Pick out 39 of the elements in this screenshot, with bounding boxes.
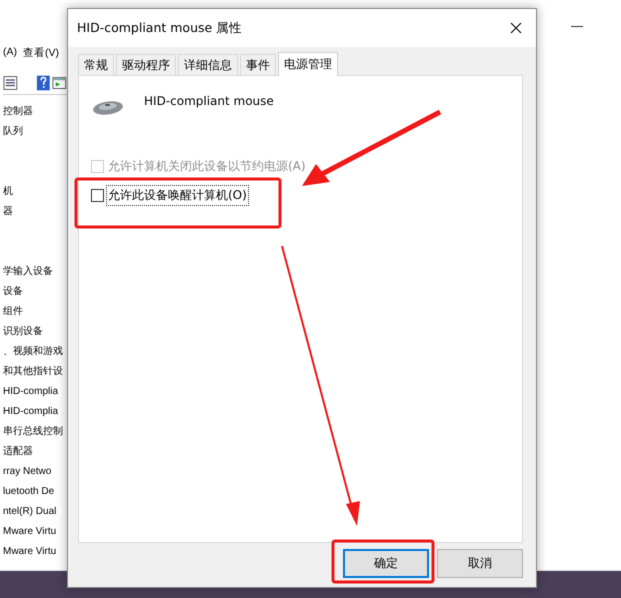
tree-item[interactable]: 器 xyxy=(3,202,67,222)
tree-item[interactable]: rray Netwo xyxy=(3,462,67,482)
tree-item[interactable]: 、视频和游戏 xyxy=(3,342,67,362)
tree-item[interactable]: ntel(R) Dual xyxy=(3,502,67,522)
checkbox-label: 允许计算机关闭此设备以节约电源(A) xyxy=(107,158,307,175)
tree-item[interactable]: Mware Virtu xyxy=(3,542,67,562)
tab[interactable]: 事件 xyxy=(240,54,276,75)
tree-item[interactable]: luetooth De xyxy=(3,482,67,502)
tree-item[interactable]: 学输入设备 xyxy=(3,262,67,282)
tree-item[interactable]: 适配器 xyxy=(3,442,67,462)
tree-item[interactable]: 控制器 xyxy=(3,102,67,122)
tree-item[interactable]: 设备 xyxy=(3,282,67,302)
checkbox[interactable] xyxy=(91,189,104,202)
tab[interactable]: 常规 xyxy=(78,54,114,75)
tab[interactable]: 详细信息 xyxy=(178,54,238,75)
tree-item[interactable]: HID-complia xyxy=(3,382,67,402)
dialog-title: HID-compliant mouse 属性 xyxy=(77,20,242,36)
window-icon[interactable] xyxy=(52,75,67,91)
menu-item[interactable]: 查看(V) xyxy=(23,46,59,64)
ok-button[interactable]: 确定 xyxy=(343,549,429,578)
help-icon[interactable] xyxy=(36,74,50,92)
tree-item[interactable]: HID-complia xyxy=(3,402,67,422)
checkbox-label: 允许此设备唤醒计算机(O) xyxy=(106,185,249,206)
properties-icon[interactable] xyxy=(3,75,18,91)
cancel-button[interactable]: 取消 xyxy=(437,549,523,578)
tree-item[interactable]: 识别设备 xyxy=(3,322,67,342)
tab[interactable]: 驱动程序 xyxy=(116,54,176,75)
minimize-icon[interactable] xyxy=(571,26,583,28)
tree-item[interactable]: 队列 xyxy=(3,122,67,142)
device-name: HID-compliant mouse xyxy=(144,94,274,108)
close-icon[interactable] xyxy=(510,22,522,34)
tree-item[interactable]: 机 xyxy=(3,182,67,202)
tab[interactable]: 电源管理 xyxy=(278,52,338,76)
menu-item[interactable]: (A) xyxy=(3,46,17,64)
tree-item[interactable]: 组件 xyxy=(3,302,67,322)
tree-item[interactable]: Mware Virtu xyxy=(3,522,67,542)
tree-item[interactable]: 串行总线控制 xyxy=(3,422,67,442)
tree-item[interactable]: 和其他指针设 xyxy=(3,362,67,382)
mouse-icon xyxy=(92,100,124,116)
